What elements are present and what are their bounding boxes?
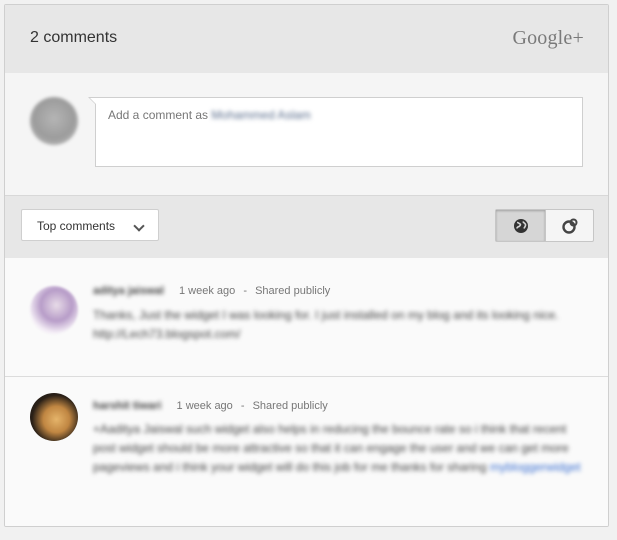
visibility-label: Shared publicly <box>252 400 328 412</box>
comment-input[interactable]: Add a comment as Mohammed Aslam <box>95 97 583 167</box>
comment-link[interactable]: mybloggerwidget <box>490 460 581 474</box>
globe-icon <box>513 218 528 233</box>
commenter-name[interactable]: aditya jaiswal <box>93 285 164 297</box>
commenter-name[interactable]: harshit tiwari <box>93 400 161 412</box>
meta-separator: - <box>240 400 245 412</box>
sort-dropdown[interactable]: Top comments <box>21 209 159 241</box>
comment-text: +Aaditya Jaiswal such widget also helps … <box>93 420 583 477</box>
placeholder-text: Add a comment as <box>108 108 209 122</box>
circles-view-button[interactable] <box>545 210 594 241</box>
commenter-avatar[interactable] <box>30 393 78 441</box>
sort-label: Top comments <box>37 219 116 233</box>
current-user-name: Mohammed Aslam <box>211 108 311 122</box>
comment-placeholder: Add a comment as Mohammed Aslam <box>108 108 311 122</box>
comment-meta: aditya jaiswal 1 week ago - Shared publi… <box>93 285 330 297</box>
chevron-down-icon <box>133 220 145 232</box>
comment-item: aditya jaiswal 1 week ago - Shared publi… <box>5 258 608 377</box>
comments-header: 2 comments Google+ <box>5 5 608 73</box>
comment-list: aditya jaiswal 1 week ago - Shared publi… <box>5 258 608 526</box>
comments-toolbar: Top comments <box>5 196 608 258</box>
google-circles-icon <box>561 218 577 234</box>
comment-time[interactable]: 1 week ago <box>179 285 235 297</box>
comment-count: 2 comments <box>30 29 118 46</box>
commenter-avatar[interactable] <box>30 286 78 334</box>
comments-panel: 2 comments Google+ Add a comment as Moha… <box>4 4 609 527</box>
input-pointer-inner <box>90 98 96 104</box>
visibility-label: Shared publicly <box>255 285 331 297</box>
current-user-avatar <box>30 97 78 145</box>
comment-item: harshit tiwari 1 week ago - Shared publi… <box>5 377 608 526</box>
meta-separator: - <box>243 285 247 297</box>
comment-meta: harshit tiwari 1 week ago - Shared publi… <box>93 400 328 412</box>
comment-time[interactable]: 1 week ago <box>177 400 233 412</box>
view-toggle <box>495 209 594 242</box>
google-plus-logo[interactable]: Google+ <box>512 27 584 50</box>
public-view-button[interactable] <box>496 210 546 241</box>
comment-text: Thanks, Just the widget I was looking fo… <box>93 308 559 341</box>
comment-composer: Add a comment as Mohammed Aslam <box>5 73 608 196</box>
